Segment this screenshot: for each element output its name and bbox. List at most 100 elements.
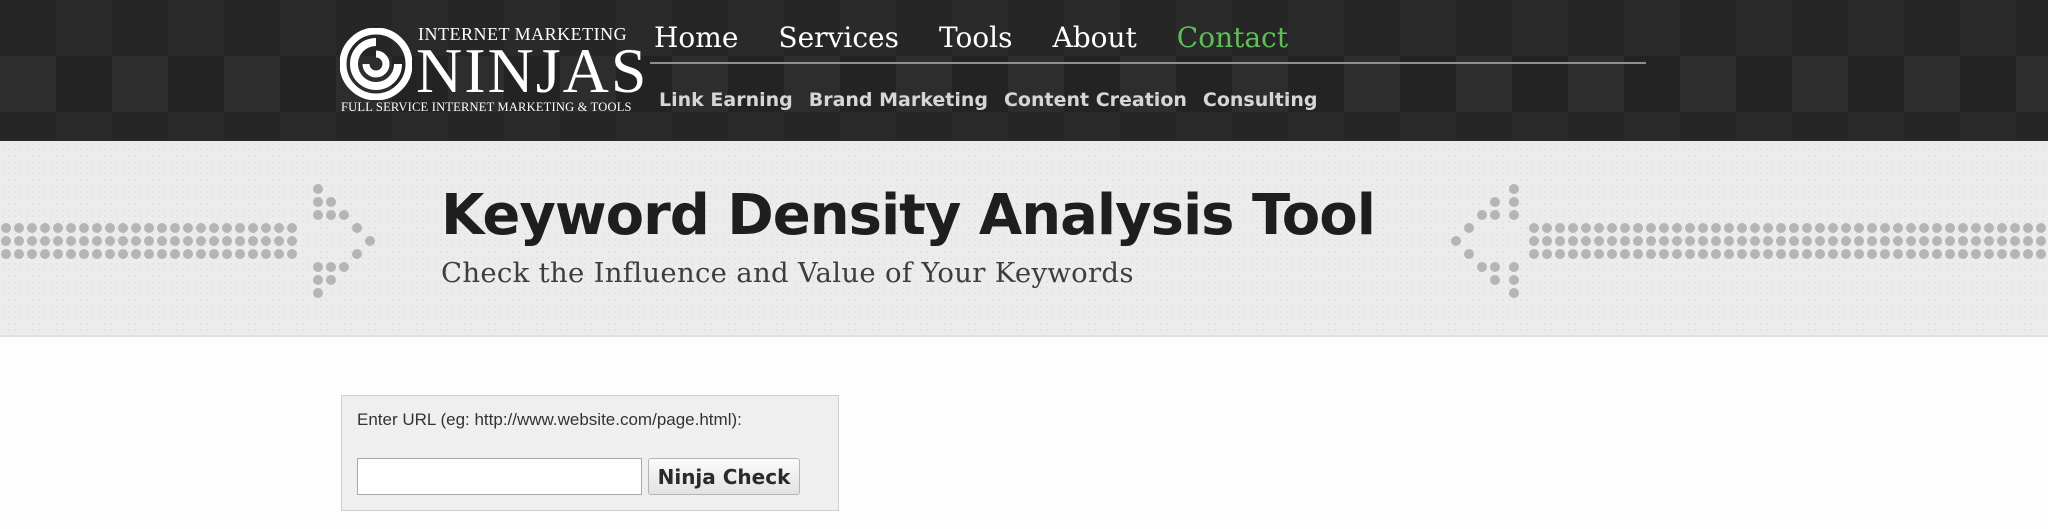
subnav-brand-marketing[interactable]: Brand Marketing <box>805 86 992 116</box>
decor-dot <box>183 223 193 233</box>
subnav-consulting[interactable]: Consulting <box>1199 86 1322 116</box>
decor-dot <box>1893 223 1903 233</box>
decor-dot <box>326 262 336 272</box>
decor-dot <box>313 262 323 272</box>
nav-home[interactable]: Home <box>650 18 742 62</box>
decor-dot <box>53 223 63 233</box>
decor-dot <box>1919 223 1929 233</box>
decor-dot <box>1945 236 1955 246</box>
subnav-content-creation[interactable]: Content Creation <box>1000 86 1191 116</box>
decor-dot <box>352 249 362 259</box>
subnav-link-earning[interactable]: Link Earning <box>655 86 797 116</box>
decor-dot <box>235 236 245 246</box>
nav-about[interactable]: About <box>1048 18 1140 62</box>
nav-services[interactable]: Services <box>774 18 903 62</box>
decor-dot <box>1750 236 1760 246</box>
decor-dot <box>1932 236 1942 246</box>
decor-dot <box>1646 249 1656 259</box>
decor-dot <box>1568 223 1578 233</box>
decor-dot <box>196 223 206 233</box>
ninja-check-button[interactable]: Ninja Check <box>648 458 800 495</box>
decor-dot <box>1477 262 1487 272</box>
decor-dot <box>1529 236 1539 246</box>
decor-dot <box>1776 236 1786 246</box>
decor-dot <box>157 223 167 233</box>
decor-dot <box>1509 197 1519 207</box>
decor-dot <box>1594 236 1604 246</box>
decor-dot <box>1880 249 1890 259</box>
decor-dot <box>183 236 193 246</box>
decor-dot <box>1659 236 1669 246</box>
decor-dot <box>2010 249 2020 259</box>
decor-dot <box>1932 249 1942 259</box>
decor-dot <box>1802 223 1812 233</box>
decor-dot <box>79 236 89 246</box>
decor-dot <box>274 249 284 259</box>
decor-dot <box>1711 223 1721 233</box>
decor-dot <box>365 236 375 246</box>
decor-dot <box>1529 223 1539 233</box>
decor-dot <box>196 249 206 259</box>
decor-dot <box>105 223 115 233</box>
decor-dot <box>1815 249 1825 259</box>
decor-dot <box>1828 249 1838 259</box>
decor-dot <box>1698 249 1708 259</box>
decor-dot <box>118 249 128 259</box>
decor-dot <box>326 197 336 207</box>
decor-dot <box>1945 223 1955 233</box>
decor-dot <box>2023 249 2033 259</box>
decor-dot <box>222 249 232 259</box>
decor-dot <box>1984 249 1994 259</box>
url-input[interactable] <box>357 458 642 495</box>
decor-dot <box>1997 236 2007 246</box>
decor-dot <box>183 249 193 259</box>
decor-dot <box>1815 236 1825 246</box>
decor-dot <box>274 223 284 233</box>
decor-dot <box>1581 236 1591 246</box>
decor-dot <box>1867 236 1877 246</box>
decor-dot <box>1711 236 1721 246</box>
decor-dot <box>1594 249 1604 259</box>
decor-dot <box>1737 236 1747 246</box>
decor-dot <box>248 223 258 233</box>
decor-dot <box>1763 236 1773 246</box>
decor-dot <box>1750 223 1760 233</box>
decor-dot <box>1542 236 1552 246</box>
decor-dot <box>1854 249 1864 259</box>
decor-dot <box>1672 223 1682 233</box>
decor-dot <box>1685 236 1695 246</box>
decor-dot <box>1750 249 1760 259</box>
decor-dot <box>287 236 297 246</box>
decor-dot <box>1841 236 1851 246</box>
decor-dot <box>1529 249 1539 259</box>
decor-dot <box>1490 210 1500 220</box>
decor-dot <box>1542 223 1552 233</box>
decor-dot <box>222 236 232 246</box>
decor-dot <box>144 236 154 246</box>
decor-dot <box>274 236 284 246</box>
decor-dot <box>287 223 297 233</box>
nav-tools[interactable]: Tools <box>935 18 1017 62</box>
decor-dot <box>1509 184 1519 194</box>
decor-dot <box>1919 236 1929 246</box>
decor-dot <box>14 249 24 259</box>
decor-dot <box>1509 262 1519 272</box>
logo-wordmark: NINJAS <box>416 35 649 106</box>
decor-dot <box>27 249 37 259</box>
decor-dot <box>118 236 128 246</box>
decor-dot <box>1659 249 1669 259</box>
main-nav: Home Services Tools About Contact <box>650 18 1324 62</box>
site-header: INTERNET MARKETING NINJAS FULL SERVICE I… <box>0 0 2048 141</box>
decor-dot <box>1 223 11 233</box>
decor-dot <box>1763 249 1773 259</box>
decor-dot <box>1633 236 1643 246</box>
decor-dot <box>1698 236 1708 246</box>
decor-dot <box>1867 223 1877 233</box>
site-logo[interactable]: INTERNET MARKETING NINJAS FULL SERVICE I… <box>338 22 646 117</box>
decor-dot <box>1828 236 1838 246</box>
nav-contact[interactable]: Contact <box>1173 18 1292 62</box>
decor-dot <box>339 262 349 272</box>
url-check-form: Enter URL (eg: http://www.website.com/pa… <box>341 395 839 511</box>
decor-dot <box>1672 236 1682 246</box>
ninja-swirl-icon <box>340 28 412 100</box>
